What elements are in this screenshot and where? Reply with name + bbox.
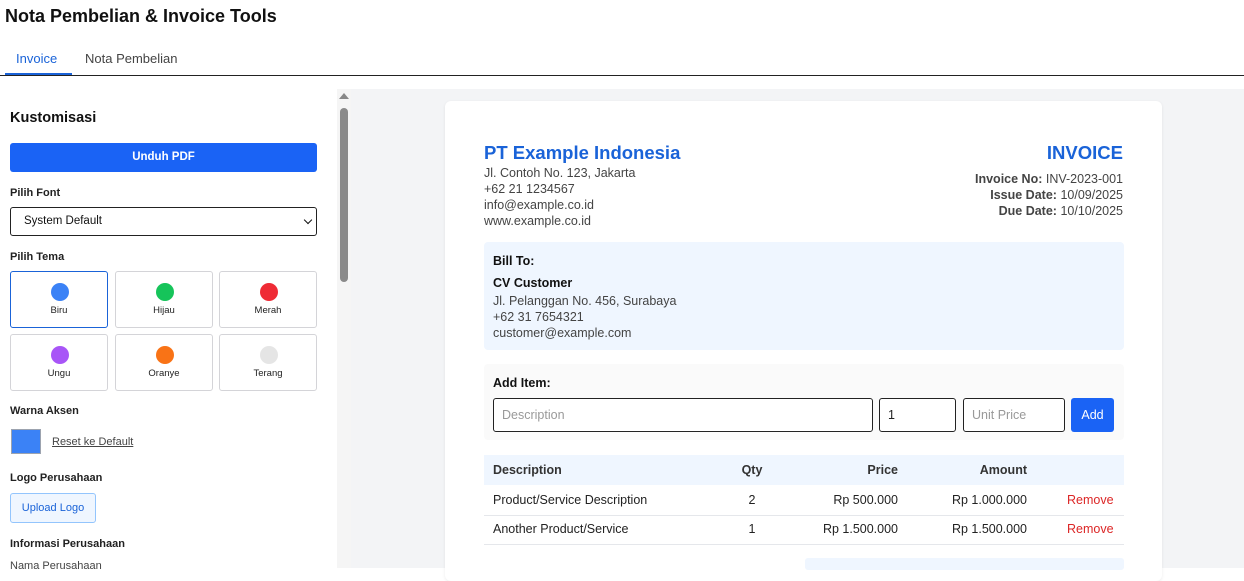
reset-default-link[interactable]: Reset ke Default — [52, 436, 133, 448]
accent-label: Warna Aksen — [10, 405, 79, 417]
theme-swatch-icon — [51, 346, 69, 364]
remove-item-button[interactable]: Remove — [1067, 522, 1114, 536]
theme-option-biru[interactable]: Biru — [10, 271, 108, 328]
company-address: Jl. Contoh No. 123, Jakarta — [484, 166, 636, 180]
company-name-field-label: Nama Perusahaan — [10, 560, 102, 572]
download-pdf-button[interactable]: Unduh PDF — [10, 143, 317, 172]
customer-phone: +62 31 7654321 — [493, 310, 584, 324]
description-input[interactable]: Description — [493, 398, 873, 432]
font-label: Pilih Font — [10, 187, 61, 199]
column-header-description: Description — [493, 463, 562, 477]
company-name: PT Example Indonesia — [484, 142, 681, 163]
accent-color-picker[interactable] — [11, 429, 41, 454]
theme-label: Pilih Tema — [10, 251, 65, 263]
theme-option-hijau[interactable]: Hijau — [115, 271, 213, 328]
item-qty: 2 — [748, 493, 756, 507]
theme-name: Ungu — [47, 368, 71, 379]
company-email: info@example.co.id — [484, 198, 594, 212]
invoice-number: Invoice No: INV-2023-001 — [975, 172, 1123, 186]
theme-name: Oranye — [148, 368, 180, 379]
issue-date: Issue Date: 10/09/2025 — [990, 188, 1123, 202]
upload-logo-button[interactable]: Upload Logo — [10, 493, 96, 523]
item-description: Product/Service Description — [493, 493, 648, 507]
logo-label: Logo Perusahaan — [10, 472, 103, 484]
tab-invoice[interactable]: Invoice — [16, 51, 57, 66]
row-divider — [484, 544, 1124, 545]
totals-summary — [805, 558, 1124, 570]
quantity-input[interactable]: 1 — [879, 398, 956, 432]
column-header-qty: Qty — [741, 463, 763, 477]
item-amount: Rp 1.000.000 — [951, 493, 1027, 507]
invoice-number-label: Invoice No: — [975, 172, 1043, 186]
customer-email: customer@example.com — [493, 326, 632, 340]
theme-name: Hijau — [153, 305, 175, 316]
invoice-number-value: INV-2023-001 — [1045, 172, 1123, 186]
active-tab-indicator — [5, 73, 72, 75]
theme-option-oranye[interactable]: Oranye — [115, 334, 213, 391]
row-divider — [484, 515, 1124, 516]
tab-nota-pembelian[interactable]: Nota Pembelian — [85, 51, 178, 66]
item-price: Rp 1.500.000 — [822, 522, 898, 536]
theme-swatch-icon — [260, 346, 278, 364]
item-description: Another Product/Service — [493, 522, 629, 536]
due-date-value: 10/10/2025 — [1060, 204, 1123, 218]
theme-name: Terang — [253, 368, 283, 379]
theme-option-ungu[interactable]: Ungu — [10, 334, 108, 391]
issue-date-label: Issue Date: — [990, 188, 1057, 202]
issue-date-value: 10/09/2025 — [1060, 188, 1123, 202]
company-phone: +62 21 1234567 — [484, 182, 575, 196]
column-header-price: Price — [867, 463, 898, 477]
tab-bar: Invoice Nota Pembelian — [0, 42, 1244, 76]
chevron-down-icon — [303, 215, 313, 225]
item-price: Rp 500.000 — [833, 493, 898, 507]
theme-name: Biru — [50, 305, 68, 316]
theme-option-merah[interactable]: Merah — [219, 271, 317, 328]
due-date-label: Due Date: — [998, 204, 1057, 218]
theme-swatch-icon — [51, 283, 69, 301]
item-qty: 1 — [748, 522, 756, 536]
customer-name: CV Customer — [493, 276, 573, 290]
company-info-label: Informasi Perusahaan — [10, 538, 125, 550]
invoice-title: INVOICE — [1046, 142, 1123, 163]
due-date: Due Date: 10/10/2025 — [999, 204, 1123, 218]
theme-name: Merah — [254, 305, 282, 316]
sidebar-heading: Kustomisasi — [10, 110, 97, 126]
scroll-up-icon[interactable] — [339, 93, 349, 99]
add-item-label: Add Item: — [493, 376, 551, 390]
customer-address: Jl. Pelanggan No. 456, Surabaya — [493, 294, 677, 308]
theme-swatch-icon — [156, 283, 174, 301]
font-select[interactable]: System Default — [10, 207, 317, 236]
unit-price-input[interactable]: Unit Price — [963, 398, 1065, 432]
bill-to-label: Bill To: — [493, 254, 535, 268]
app-title: Nota Pembelian & Invoice Tools — [5, 6, 277, 26]
theme-swatch-icon — [260, 283, 278, 301]
scroll-thumb[interactable] — [340, 108, 348, 282]
theme-swatch-icon — [156, 346, 174, 364]
item-amount: Rp 1.500.000 — [951, 522, 1027, 536]
column-header-amount: Amount — [979, 463, 1027, 477]
company-website: www.example.co.id — [484, 214, 591, 228]
add-item-button[interactable]: Add — [1071, 398, 1114, 432]
theme-option-terang[interactable]: Terang — [219, 334, 317, 391]
font-select-value: System Default — [24, 215, 102, 227]
remove-item-button[interactable]: Remove — [1067, 493, 1114, 507]
